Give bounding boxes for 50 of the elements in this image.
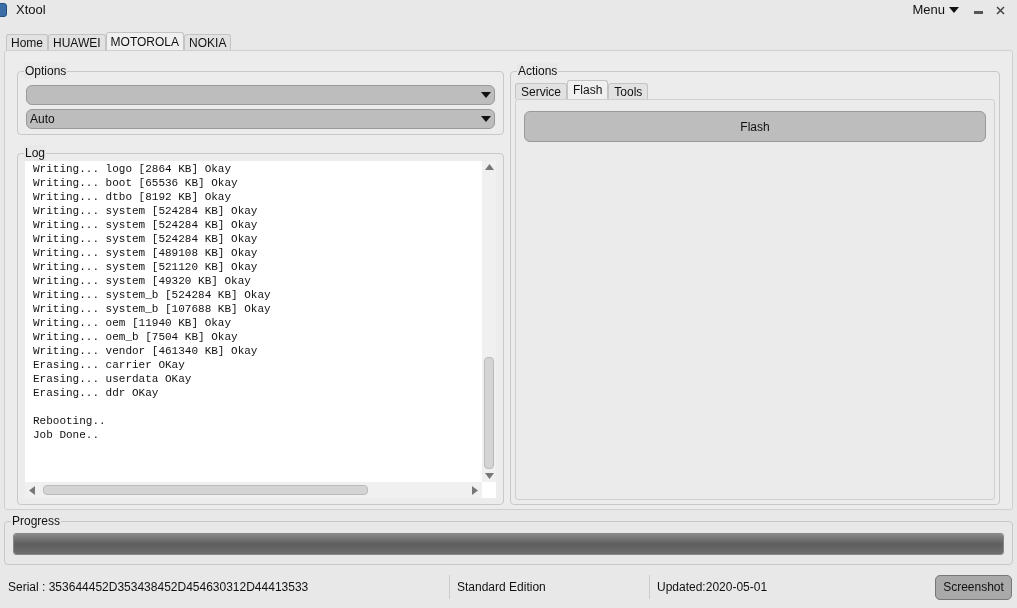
- log-line: Erasing... carrier OKay: [33, 358, 186, 372]
- dropdown[interactable]: Auto: [26, 109, 495, 129]
- log-line: Writing... system [524284 KB] Okay: [33, 218, 259, 232]
- log-line: Writing... logo [2864 KB] Okay: [33, 162, 233, 176]
- caret-icon: [481, 92, 491, 98]
- log-line: Writing... system [524284 KB] Okay: [33, 204, 259, 218]
- tab[interactable]: Home: [6, 34, 48, 50]
- app-icon: [0, 3, 7, 17]
- tab[interactable]: MOTOROLA: [105, 32, 185, 50]
- dropdown-value: Auto: [30, 111, 55, 128]
- group-title: Log: [24, 145, 47, 161]
- tab[interactable]: HUAWEI: [48, 34, 106, 50]
- log-line: Writing... system [489108 KB] Okay: [33, 246, 259, 260]
- menu-button[interactable]: Menu: [912, 0, 959, 20]
- screenshot-button[interactable]: Screenshot: [935, 574, 1012, 600]
- log-line: Writing... system_b [107688 KB] Okay: [33, 302, 272, 316]
- horizontal-scrollbar[interactable]: [25, 482, 482, 498]
- log-line: Writing... dtbo [8192 KB] Okay: [33, 190, 233, 204]
- log-line: Erasing... ddr OKay: [33, 386, 160, 400]
- edition-label: Standard Edition: [450, 575, 650, 599]
- window-title: Xtool: [16, 1, 46, 20]
- close-icon: [995, 5, 1005, 15]
- log-line: Writing... system_b [524284 KB] Okay: [33, 288, 272, 302]
- scroll-up-icon[interactable]: [484, 164, 494, 170]
- log-line: Writing... vendor [461340 KB] Okay: [33, 344, 259, 358]
- log-line: Writing... oem [11940 KB] Okay: [33, 316, 233, 330]
- log-line: Writing... boot [65536 KB] Okay: [33, 176, 239, 190]
- log-line: Writing... system [524284 KB] Okay: [33, 232, 259, 246]
- serial-number: Serial : 353644452D353438452D454630312D44413533: [0, 575, 450, 599]
- log-line: Rebooting..: [33, 414, 107, 428]
- group-title: Options: [24, 63, 68, 79]
- scroll-down-icon[interactable]: [484, 473, 494, 479]
- scroll-right-icon[interactable]: [472, 485, 478, 495]
- log-line: Writing... oem_b [7504 KB] Okay: [33, 330, 239, 344]
- log-line: Writing... system [49320 KB] Okay: [33, 274, 252, 288]
- tab[interactable]: Service: [515, 83, 567, 99]
- log-line: Job Done..: [33, 428, 100, 442]
- tab[interactable]: Tools: [608, 83, 649, 99]
- vertical-scrollbar[interactable]: [482, 161, 496, 482]
- group-title: Actions: [517, 63, 559, 79]
- log-line: Erasing... userdata OKay: [33, 372, 193, 386]
- flash-button[interactable]: Flash: [524, 111, 986, 142]
- scroll-left-icon[interactable]: [29, 485, 35, 495]
- updated-date: Updated:2020-05-01: [656, 579, 769, 596]
- tab[interactable]: NOKIA: [184, 34, 232, 50]
- tab[interactable]: Flash: [567, 80, 609, 99]
- log-line: Writing... system [521120 KB] Okay: [33, 260, 259, 274]
- caret-icon: [949, 7, 959, 13]
- group-title: Progress: [11, 513, 62, 529]
- caret-icon: [481, 116, 491, 122]
